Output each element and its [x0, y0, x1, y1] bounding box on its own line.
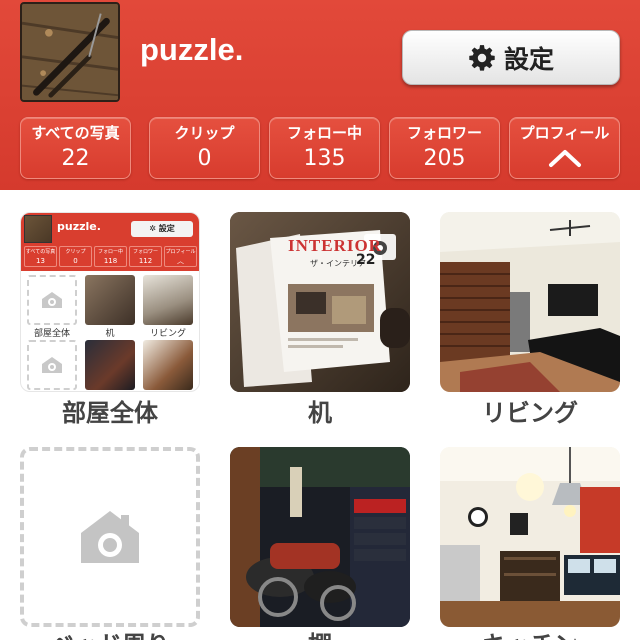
- album-tile-desk[interactable]: INTERIOR ザ・インテリア 22: [230, 212, 410, 392]
- mini-placeholder: [27, 340, 77, 390]
- mini-stat: フォロー中 118: [94, 246, 127, 267]
- mini-settings-button: ✲ 設定: [131, 221, 193, 237]
- settings-button[interactable]: 設定: [402, 30, 620, 85]
- mini-stat: クリップ 0: [59, 246, 92, 267]
- album-label: 部屋全体: [62, 399, 158, 427]
- stats-bar: すべての写真 22 クリップ 0 フォロー中 135 フォロワー 205 プロフ…: [20, 117, 630, 179]
- album-tile-shelf[interactable]: [230, 447, 410, 627]
- mini-stat-label: プロフィール: [165, 249, 196, 255]
- album-label: 棚: [220, 630, 420, 640]
- stat-label: すべての写真: [31, 124, 120, 142]
- stat-value: 0: [197, 146, 212, 171]
- mini-stat: フォロワー 112: [129, 246, 162, 267]
- mini-label: 部屋全体: [33, 329, 70, 339]
- mini-stat: すべての写真 13: [24, 246, 57, 267]
- stat-label: プロフィール: [519, 124, 610, 142]
- album-label: ベッド周り: [10, 630, 210, 640]
- stat-value: 22: [61, 146, 90, 171]
- chevron-up-icon: [548, 150, 581, 167]
- mini-photo: [85, 340, 135, 390]
- mini-chevron-up-icon: ︿: [177, 257, 184, 265]
- stat-label: クリップ: [174, 124, 235, 142]
- album-tile-living[interactable]: [440, 212, 620, 392]
- album-tile-bedside[interactable]: [20, 447, 200, 627]
- mini-stat: プロフィール ︿: [164, 246, 197, 267]
- stat-value: 205: [423, 146, 466, 171]
- shelf-photo: [230, 447, 410, 627]
- gear-icon: [469, 44, 495, 71]
- stat-following[interactable]: フォロー中 135: [269, 117, 380, 179]
- stat-value: 135: [303, 146, 346, 171]
- mini-stat-value: 118: [103, 257, 118, 265]
- camera-house-icon: [42, 292, 62, 308]
- album-label: リビング: [482, 399, 578, 427]
- stat-label: フォロワー: [406, 124, 482, 142]
- username: puzzle.: [140, 32, 244, 67]
- settings-label: 設定: [503, 44, 554, 74]
- mini-label: リビング: [149, 329, 186, 339]
- mini-stat-value: 112: [138, 257, 153, 265]
- stat-followers[interactable]: フォロワー 205: [389, 117, 500, 179]
- stat-label: フォロー中: [286, 124, 362, 142]
- album-label: 机: [308, 399, 332, 427]
- camera-house-icon: [42, 357, 62, 373]
- mini-stat-label: すべての写真: [25, 249, 56, 255]
- kitchen-photo: [440, 447, 620, 627]
- profile-header: puzzle. 設定 すべての写真 22 クリップ 0 フォロー中 135 フォ…: [0, 0, 640, 190]
- album-tile-kitchen[interactable]: [440, 447, 620, 627]
- living-photo: [440, 212, 620, 392]
- mini-settings-label: 設定: [158, 224, 175, 233]
- mini-placeholder: [27, 275, 77, 325]
- album-tile-whole-room[interactable]: puzzle. ✲ 設定 すべての写真 13 クリップ 0 フォロー中 118 フォロ…: [20, 212, 200, 392]
- magazine-number: 22: [356, 252, 376, 268]
- avatar[interactable]: [20, 2, 120, 102]
- mini-photo: [143, 275, 193, 325]
- mini-label: 机: [105, 329, 115, 339]
- stat-clips[interactable]: クリップ 0: [149, 117, 260, 179]
- mini-photo: [143, 340, 193, 390]
- mini-stat-value: 0: [73, 257, 78, 265]
- camera-house-icon: [81, 511, 139, 563]
- mini-stat-label: クリップ: [65, 249, 86, 255]
- mini-username: puzzle.: [57, 220, 101, 233]
- avatar-image: [22, 4, 118, 100]
- stat-all-photos[interactable]: すべての写真 22: [20, 117, 131, 179]
- stat-profile[interactable]: プロフィール: [509, 117, 620, 179]
- mini-avatar: [24, 215, 52, 243]
- mini-stat-label: フォロワー: [132, 249, 158, 255]
- mini-stat-label: フォロー中: [97, 249, 123, 255]
- mini-stat-value: 13: [36, 257, 45, 265]
- mini-photo: [85, 275, 135, 325]
- mini-header: puzzle. ✲ 設定 すべての写真 13 クリップ 0 フォロー中 118 フォロ…: [21, 213, 199, 271]
- album-label: キッチン: [430, 630, 630, 640]
